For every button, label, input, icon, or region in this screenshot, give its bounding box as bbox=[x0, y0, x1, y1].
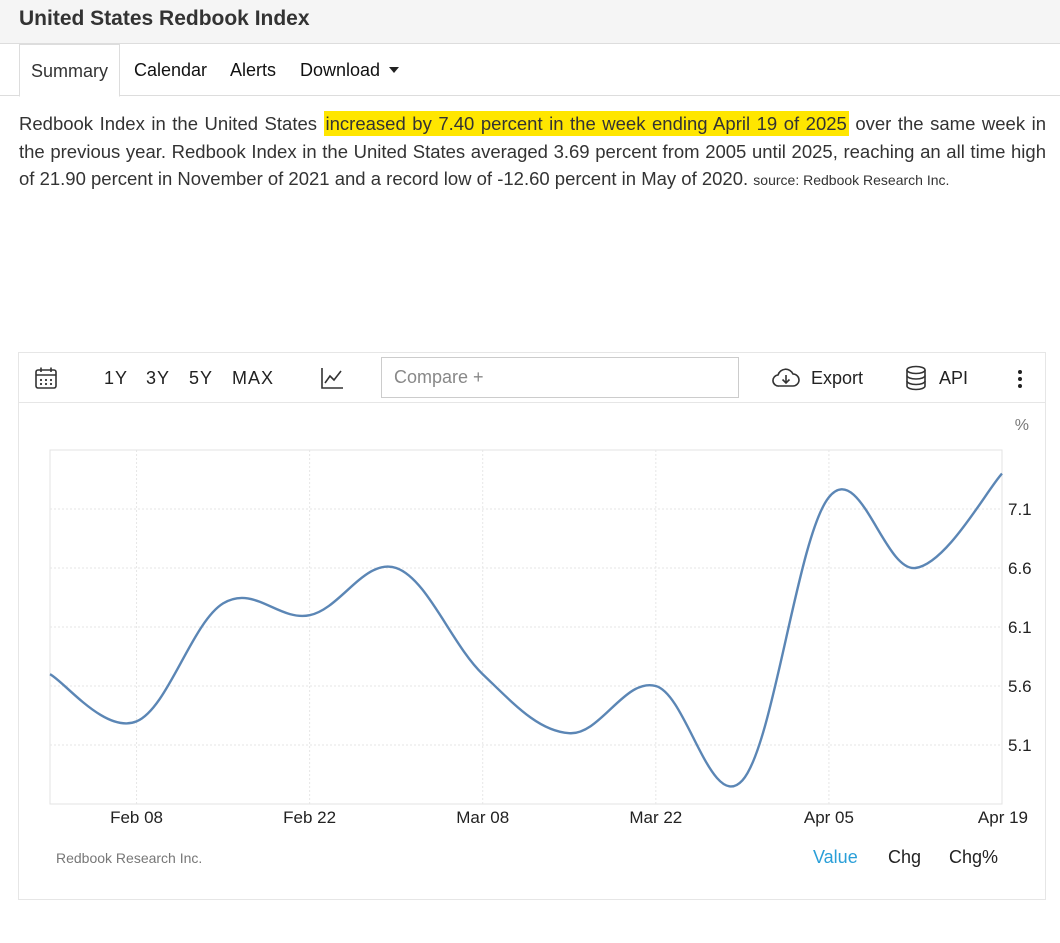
tab-alerts[interactable]: Alerts bbox=[230, 44, 276, 96]
x-tick-label: Mar 08 bbox=[456, 808, 509, 827]
chart-source: Redbook Research Inc. bbox=[56, 850, 203, 866]
y-tick-label: 6.6 bbox=[1008, 559, 1032, 578]
y-tick-label: 6.1 bbox=[1008, 618, 1032, 637]
data-point[interactable] bbox=[305, 610, 315, 620]
y-tick-label: 7.1 bbox=[1008, 500, 1032, 519]
data-point[interactable] bbox=[651, 681, 661, 691]
tab-calendar[interactable]: Calendar bbox=[134, 44, 207, 96]
more-vertical-icon[interactable] bbox=[1011, 367, 1029, 391]
title-bar: United States Redbook Index bbox=[0, 0, 1060, 44]
footer-tab-value[interactable]: Value bbox=[813, 847, 858, 868]
export-label: Export bbox=[811, 368, 864, 388]
series-line bbox=[49, 472, 1003, 788]
footer-tab-chg-pct[interactable]: Chg% bbox=[949, 847, 998, 868]
data-point[interactable] bbox=[132, 716, 142, 726]
chart-container: 1Y 3Y 5Y MAX Export API bbox=[18, 352, 1046, 900]
data-point[interactable] bbox=[564, 728, 574, 738]
data-point[interactable] bbox=[478, 669, 488, 679]
x-axis-ticks: Feb 08 Feb 22 Mar 08 Mar 22 Apr 05 Apr 19 bbox=[110, 808, 1028, 827]
y-tick-label: 5.1 bbox=[1008, 736, 1032, 755]
y-tick-label: 5.6 bbox=[1008, 677, 1032, 696]
footer-tab-chg[interactable]: Chg bbox=[888, 847, 921, 868]
data-point[interactable] bbox=[391, 563, 401, 573]
grid-lines bbox=[49, 449, 1003, 805]
compare-input[interactable] bbox=[381, 357, 739, 398]
data-point[interactable] bbox=[997, 469, 1007, 479]
x-tick-label: Mar 22 bbox=[629, 808, 682, 827]
api-label: API bbox=[939, 368, 969, 388]
range-3y-button[interactable]: 3Y bbox=[146, 353, 170, 403]
y-axis-ticks: 5.1 5.6 6.1 6.6 7.1 bbox=[1008, 500, 1032, 755]
line-chart: % 5.1 5.6 6.1 6.6 7.1 Feb 08 Feb 22 Mar 08 Mar … bbox=[45, 417, 1032, 827]
tab-summary[interactable]: Summary bbox=[19, 44, 121, 97]
export-button[interactable]: Export bbox=[771, 353, 863, 403]
calendar-icon[interactable] bbox=[34, 366, 58, 390]
summary-pre: Redbook Index in the United States bbox=[19, 113, 324, 134]
tab-bar: Summary Calendar Alerts Download bbox=[0, 44, 1060, 97]
page-title: United States Redbook Index bbox=[19, 7, 310, 30]
series-group bbox=[45, 469, 1007, 788]
range-max-button[interactable]: MAX bbox=[232, 353, 274, 403]
data-point[interactable] bbox=[218, 598, 228, 608]
summary-highlight: increased by 7.40 percent in the week en… bbox=[323, 111, 849, 136]
data-point[interactable] bbox=[45, 669, 55, 679]
unit-label: % bbox=[1015, 417, 1029, 434]
tab-download[interactable]: Download bbox=[300, 44, 400, 96]
tab-download-label: Download bbox=[300, 60, 381, 80]
x-tick-label: Apr 05 bbox=[804, 808, 854, 827]
range-5y-button[interactable]: 5Y bbox=[189, 353, 213, 403]
summary-source: source: Redbook Research Inc. bbox=[753, 172, 950, 188]
summary-text: Redbook Index in the United States incre… bbox=[19, 110, 1046, 195]
data-point[interactable] bbox=[910, 563, 920, 573]
database-icon bbox=[906, 365, 926, 391]
x-tick-label: Feb 08 bbox=[110, 808, 163, 827]
data-point[interactable] bbox=[737, 775, 747, 785]
chart-toolbar: 1Y 3Y 5Y MAX Export API bbox=[19, 353, 1045, 403]
api-button[interactable]: API bbox=[905, 353, 968, 403]
x-tick-label: Apr 19 bbox=[978, 808, 1028, 827]
data-point[interactable] bbox=[824, 492, 834, 502]
x-tick-label: Feb 22 bbox=[283, 808, 336, 827]
caret-down-icon bbox=[389, 67, 400, 73]
range-1y-button[interactable]: 1Y bbox=[104, 353, 128, 403]
line-chart-icon[interactable] bbox=[320, 366, 344, 390]
cloud-download-icon bbox=[772, 368, 800, 387]
